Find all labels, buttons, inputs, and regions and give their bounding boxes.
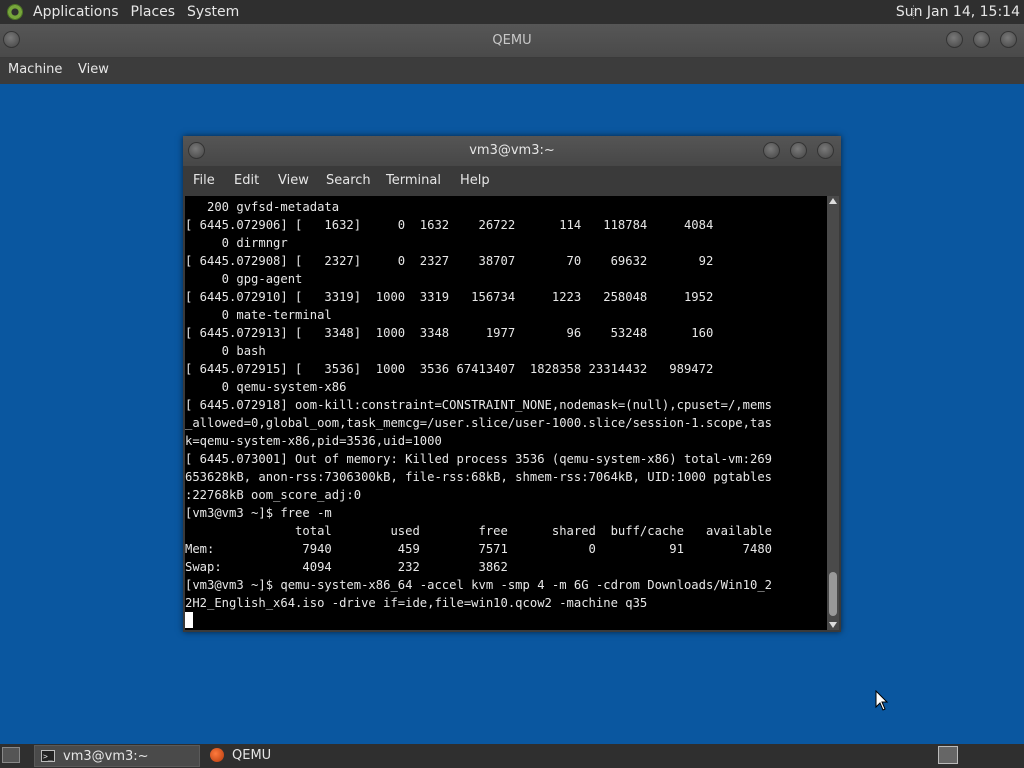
terminal-line: [ 6445.072906] [ 1632] 0 1632 26722 114 …: [185, 218, 714, 232]
taskbar-item-qemu[interactable]: QEMU: [204, 745, 354, 767]
maximize-button[interactable]: [973, 31, 990, 48]
terminal-line: Swap: 4094 232 3862: [185, 560, 508, 574]
menu-search[interactable]: Search: [326, 166, 371, 196]
terminal-line: [ 6445.072910] [ 3319] 1000 3319 156734 …: [185, 290, 714, 304]
menu-edit[interactable]: Edit: [234, 166, 259, 196]
terminal-window: vm3@vm3:~ File Edit View Search Terminal…: [183, 136, 841, 632]
terminal-line: k=qemu-system-x86,pid=3536,uid=1000: [185, 434, 442, 448]
menu-help[interactable]: Help: [460, 166, 490, 196]
terminal-line: 0 qemu-system-x86: [185, 380, 347, 394]
qemu-window-title: QEMU: [492, 33, 532, 48]
terminal-maximize-button[interactable]: [790, 142, 807, 159]
menu-view-terminal[interactable]: View: [278, 166, 309, 196]
terminal-line: 200 gvfsd-metadata: [185, 200, 340, 214]
terminal-minimize-button[interactable]: [763, 142, 780, 159]
minimize-button[interactable]: [946, 31, 963, 48]
clock[interactable]: Sun Jan 14, 15:14: [896, 0, 1020, 24]
terminal-close-button[interactable]: [817, 142, 834, 159]
taskbar-item-label: QEMU: [232, 748, 272, 763]
mouse-pointer-icon: [875, 690, 889, 711]
terminal-line: total used free shared buff/cache availa…: [185, 524, 772, 538]
mate-logo-icon[interactable]: [7, 4, 23, 20]
terminal-output[interactable]: 200 gvfsd-metadata [ 6445.072906] [ 1632]…: [185, 196, 827, 630]
terminal-line: [ 6445.072908] [ 2327] 0 2327 38707 70 6…: [185, 254, 714, 268]
menu-file[interactable]: File: [193, 166, 215, 196]
top-panel: Applications Places System Sun Jan 14, 1…: [0, 0, 1024, 24]
bottom-panel: >_ vm3@vm3:~ QEMU: [0, 744, 1024, 768]
terminal-line: [ 6445.072915] [ 3536] 1000 3536 6741340…: [185, 362, 714, 376]
terminal-line: [vm3@vm3 ~]$ qemu-system-x86_64 -accel k…: [185, 578, 772, 592]
terminal-line: [ 6445.073001] Out of memory: Killed pro…: [185, 452, 772, 466]
taskbar-item-label: vm3@vm3:~: [63, 749, 149, 764]
terminal-line: 0 dirmngr: [185, 236, 288, 250]
menu-terminal[interactable]: Terminal: [386, 166, 441, 196]
terminal-icon: >_: [41, 750, 55, 762]
terminal-scrollbar[interactable]: [827, 196, 839, 630]
terminal-line: _allowed=0,global_oom,task_memcg=/user.s…: [185, 416, 772, 430]
menu-machine[interactable]: Machine: [8, 58, 62, 82]
qemu-titlebar[interactable]: QEMU: [0, 24, 1024, 58]
terminal-window-title: vm3@vm3:~: [469, 143, 555, 158]
close-button[interactable]: [1000, 31, 1017, 48]
terminal-line: 0 gpg-agent: [185, 272, 303, 286]
top-panel-menu: Applications Places System: [27, 0, 245, 24]
terminal-line: :22768kB oom_score_adj:0: [185, 488, 362, 502]
terminal-line: 2H2_English_x64.iso -drive if=ide,file=w…: [185, 596, 648, 610]
qemu-menubar: Machine View: [0, 58, 1024, 84]
menu-system[interactable]: System: [181, 4, 245, 20]
scroll-thumb[interactable]: [829, 572, 837, 616]
menu-view[interactable]: View: [78, 58, 109, 82]
terminal-titlebar[interactable]: vm3@vm3:~: [183, 136, 841, 166]
scroll-down-arrow-icon[interactable]: [829, 622, 837, 628]
menu-applications[interactable]: Applications: [27, 4, 125, 20]
terminal-lines: 200 gvfsd-metadata [ 6445.072906] [ 1632]…: [185, 198, 827, 612]
scroll-up-arrow-icon[interactable]: [829, 198, 837, 204]
show-desktop-icon[interactable]: [2, 747, 20, 763]
terminal-line: 0 bash: [185, 344, 266, 358]
terminal-line: [vm3@vm3 ~]$ free -m: [185, 506, 332, 520]
terminal-line: [ 6445.072918] oom-kill:constraint=CONST…: [185, 398, 772, 412]
terminal-line: Mem: 7940 459 7571 0 91 7480: [185, 542, 772, 556]
taskbar-item-terminal[interactable]: >_ vm3@vm3:~: [34, 745, 200, 767]
terminal-cursor: [185, 612, 193, 628]
terminal-line: [ 6445.072913] [ 3348] 1000 3348 1977 96…: [185, 326, 714, 340]
workspace-switcher[interactable]: [938, 746, 958, 764]
terminal-line: 653628kB, anon-rss:7306300kB, file-rss:6…: [185, 470, 772, 484]
terminal-line: 0 mate-terminal: [185, 308, 332, 322]
menu-places[interactable]: Places: [125, 4, 182, 20]
terminal-menubar: File Edit View Search Terminal Help: [183, 166, 841, 196]
qemu-icon: [210, 748, 224, 762]
